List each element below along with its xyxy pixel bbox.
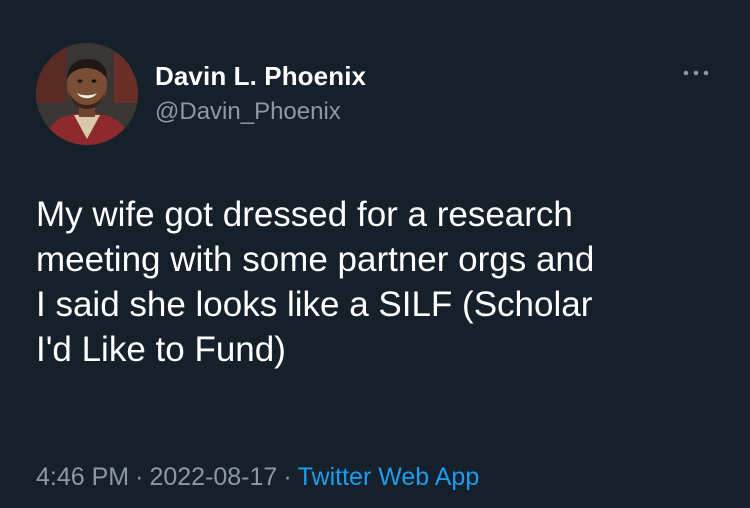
author-display-name[interactable]: Davin L. Phoenix — [155, 61, 366, 92]
meta-separator: · — [283, 463, 292, 491]
tweet-time[interactable]: 4:46 PM — [36, 463, 129, 491]
avatar-photo-icon — [36, 43, 138, 145]
tweet-card: Davin L. Phoenix @Davin_Phoenix My wife … — [0, 0, 750, 508]
meta-separator: · — [135, 463, 144, 491]
tweet-date[interactable]: 2022-08-17 — [149, 463, 277, 491]
author-handle[interactable]: @Davin_Phoenix — [155, 98, 341, 126]
tweet-metadata: 4:46 PM · 2022-08-17 · Twitter Web App — [36, 463, 479, 492]
more-horizontal-icon — [683, 70, 709, 76]
author-avatar[interactable] — [36, 43, 138, 145]
tweet-source-link[interactable]: Twitter Web App — [298, 463, 480, 491]
more-options-button[interactable] — [678, 62, 714, 84]
tweet-text: My wife got dressed for a research meeti… — [36, 195, 595, 369]
